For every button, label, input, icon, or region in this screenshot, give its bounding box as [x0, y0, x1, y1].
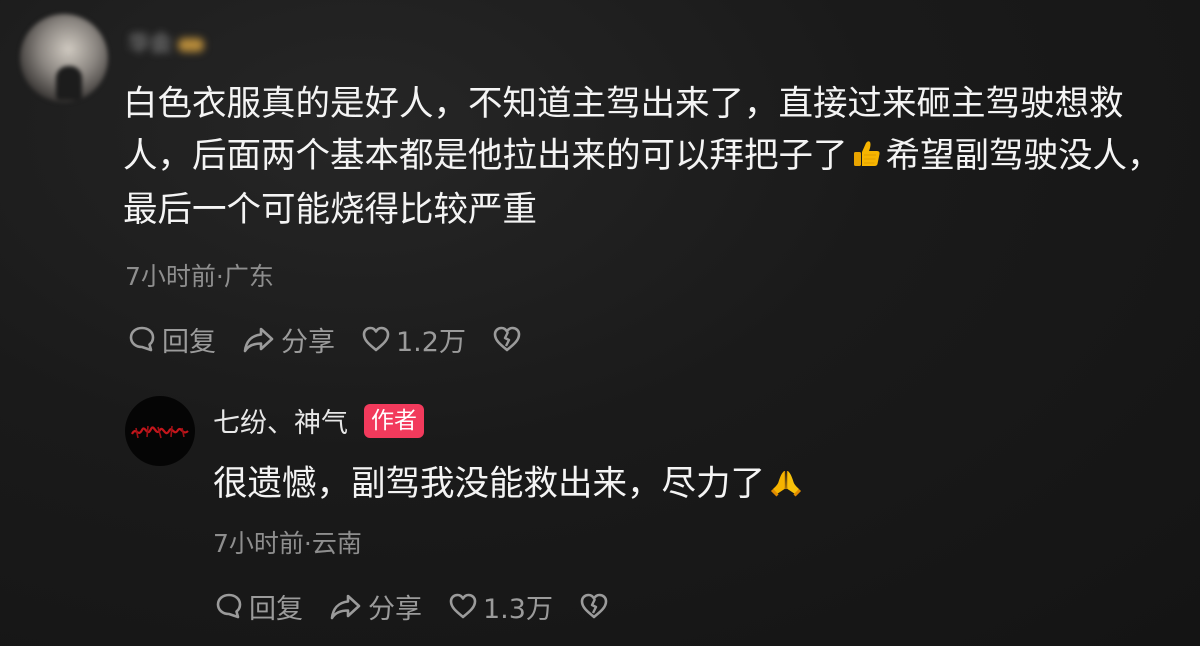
- comment-meta: 7小时前·广东: [125, 262, 274, 291]
- dislike-button[interactable]: [492, 324, 527, 354]
- folded-hands-emoji-icon: [769, 460, 803, 512]
- share-arrow-icon: [330, 594, 361, 620]
- author-avatar[interactable]: [125, 396, 195, 466]
- user-level-badge: [178, 38, 205, 52]
- author-name-row: 七纷、神气 作者: [213, 401, 424, 440]
- comment-text: 白色衣服真的是好人，不知道主驾出来了，直接过来砸主驾驶想救人，后面两个基本都是他…: [123, 84, 1162, 230]
- comment-actions: 回复 分享 1.2万: [127, 319, 553, 359]
- heart-icon: [449, 593, 477, 619]
- commenter-avatar[interactable]: [20, 14, 108, 102]
- avatar-figure: [56, 66, 82, 100]
- reply-share-button[interactable]: 分享: [329, 587, 422, 626]
- broken-heart-icon: [493, 326, 521, 352]
- reply-like-button[interactable]: 1.3万: [448, 587, 553, 626]
- like-button[interactable]: 1.2万: [361, 320, 466, 359]
- comment-thread: 华会 白色衣服真的是好人，不知道主驾出来了，直接过来砸主驾驶想救人，后面两个基本…: [0, 0, 1200, 646]
- author-username[interactable]: 七纷、神气: [213, 401, 348, 440]
- avatar-red-scribble-icon: [131, 425, 189, 439]
- speech-bubble-icon: [216, 593, 242, 619]
- reply-button[interactable]: 回复: [127, 320, 216, 359]
- thumbs-up-emoji-icon: [852, 132, 882, 184]
- broken-heart-icon: [580, 593, 608, 619]
- reply-meta: 7小时前·云南: [213, 529, 362, 558]
- heart-icon: [362, 326, 390, 352]
- author-badge: 作者: [364, 403, 424, 438]
- share-button[interactable]: 分享: [242, 320, 335, 359]
- reply-dislike-button[interactable]: [579, 591, 614, 621]
- reply-text: 很遗憾，副驾我没能救出来，尽力了: [213, 458, 807, 512]
- reply-reply-button[interactable]: 回复: [214, 587, 303, 626]
- speech-bubble-icon: [129, 326, 155, 352]
- reply-actions: 回复 分享 1.3万: [214, 586, 640, 626]
- commenter-username[interactable]: 华会: [128, 26, 205, 58]
- share-arrow-icon: [243, 327, 274, 353]
